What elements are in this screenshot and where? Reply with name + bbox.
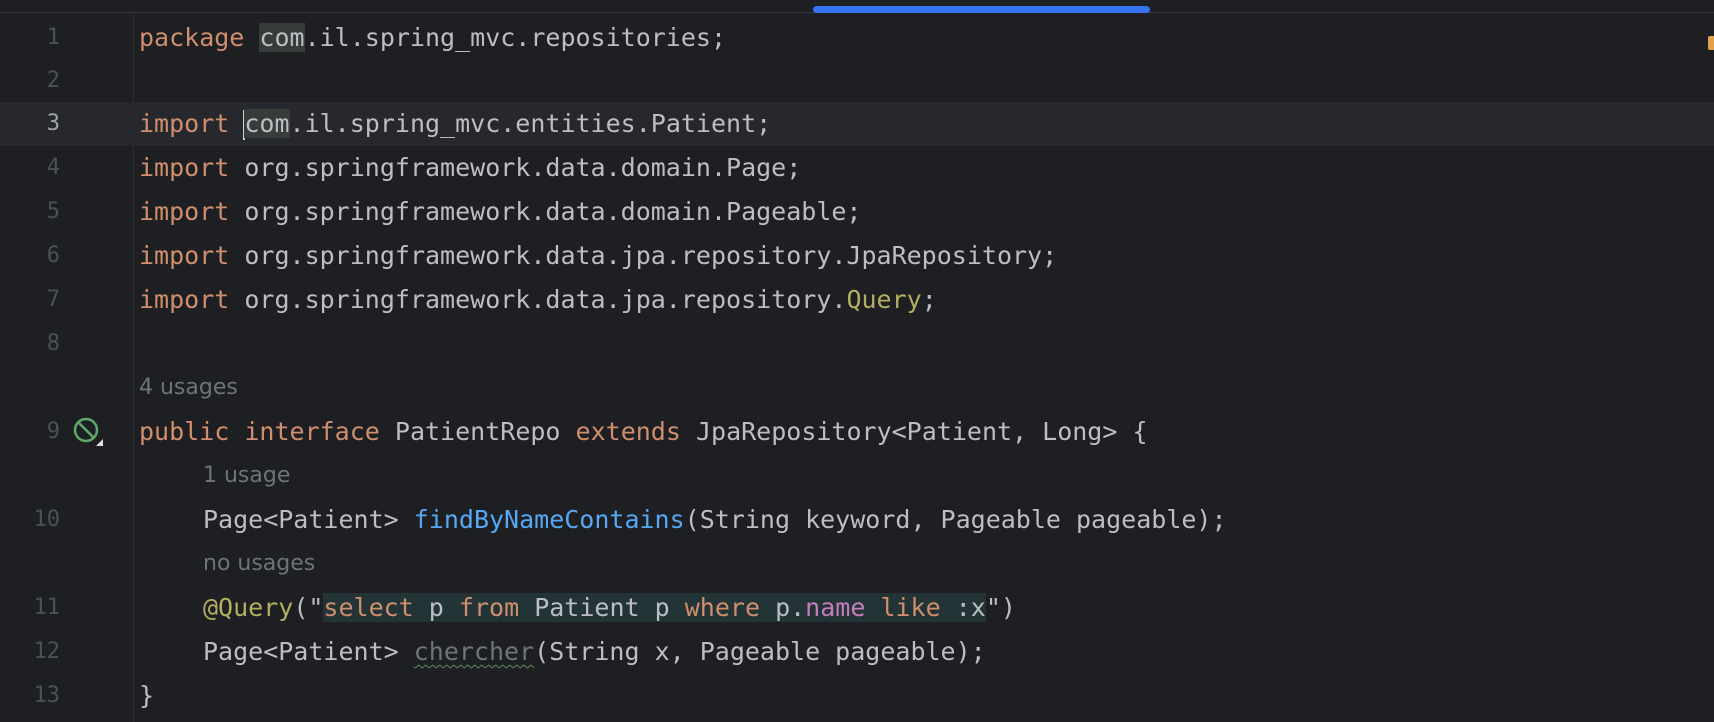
line-number: 10 (33, 507, 61, 532)
import-path: .il.spring_mvc.entities.Patient; (289, 109, 772, 138)
code-text[interactable]: import org.springframework.data.domain.P… (139, 146, 801, 190)
line-number: 6 (46, 243, 60, 268)
code-text[interactable]: import org.springframework.data.jpa.repo… (139, 278, 937, 322)
code-line-7[interactable]: 7 import org.springframework.data.jpa.re… (0, 278, 1714, 322)
jpql-select: select (323, 593, 414, 622)
code-line-12[interactable]: 12 Page<Patient> chercher(String x, Page… (0, 630, 1714, 674)
inlay-hint-row: 4 usages (0, 366, 1714, 410)
method-params: (String x, Pageable pageable); (534, 637, 986, 666)
keyword-import: import (139, 241, 230, 270)
super-type: JpaRepository<Patient, Long> { (695, 417, 1148, 446)
import-segment-highlighted: com (244, 109, 290, 138)
line-number: 1 (46, 25, 60, 50)
code-line-3[interactable]: 3 import com.il.spring_mvc.entities.Pati… (0, 102, 1714, 146)
jpql-like: like (880, 593, 941, 622)
jpql-alias: p (428, 593, 444, 622)
line-number: 11 (33, 595, 61, 620)
code-text[interactable]: Page<Patient> chercher(String x, Pageabl… (203, 630, 986, 674)
code-editor[interactable]: 1 package com.il.spring_mvc.repositories… (0, 0, 1714, 722)
code-text[interactable]: Page<Patient> findByNameContains(String … (203, 498, 1227, 542)
semicolon: ; (921, 285, 937, 314)
package-name: .il.spring_mvc.repositories; (304, 23, 727, 52)
annotation-query: @Query (203, 593, 294, 622)
code-line-8[interactable]: 8 (0, 322, 1714, 366)
usages-hint[interactable]: 4 usages (139, 366, 238, 410)
usages-hint[interactable]: no usages (203, 542, 315, 586)
inlay-hint-row: 1 usage (0, 454, 1714, 498)
implemented-interface-icon[interactable] (72, 416, 104, 448)
code-line-10[interactable]: 10 Page<Patient> findByNameContains(Stri… (0, 498, 1714, 542)
close-quote: " (985, 593, 1001, 622)
line-number: 8 (46, 331, 60, 356)
code-text[interactable]: package com.il.spring_mvc.repositories; (139, 16, 726, 60)
line-number: 12 (33, 639, 61, 664)
jpql-entity: Patient p (534, 593, 670, 622)
interface-name: PatientRepo (394, 417, 561, 446)
import-path: org.springframework.data.jpa.repository. (244, 285, 847, 314)
line-number-active: 3 (46, 111, 60, 136)
code-text[interactable]: import org.springframework.data.jpa.repo… (139, 234, 1057, 278)
keyword-extends: extends (575, 417, 681, 446)
unused-method-name: chercher (413, 637, 535, 666)
jpql-field: name (805, 593, 866, 622)
keyword-import: import (139, 153, 230, 182)
jpql-param: :x (955, 593, 986, 622)
line-number: 7 (46, 287, 60, 312)
code-text[interactable]: } (139, 674, 154, 718)
code-text[interactable]: public interface PatientRepo extends Jpa… (139, 410, 1148, 454)
return-type: Page<Patient> (203, 505, 399, 534)
keyword-package: package (139, 23, 245, 52)
code-line-6[interactable]: 6 import org.springframework.data.jpa.re… (0, 234, 1714, 278)
code-line-11[interactable]: 11 @Query("select p from Patient p where… (0, 586, 1714, 630)
injected-jpql-query: select p from Patient p where p.name lik… (323, 593, 986, 622)
line-number: 2 (46, 68, 60, 93)
line-number: 9 (46, 419, 60, 444)
usages-hint[interactable]: 1 usage (203, 454, 290, 498)
import-path: org.springframework.data.domain.Page; (244, 153, 802, 182)
keyword-import: import (139, 285, 230, 314)
code-line-13[interactable]: 13 } (0, 674, 1714, 718)
paren-open-quote: (" (293, 593, 324, 622)
inlay-hint-row: no usages (0, 542, 1714, 586)
jpql-from: from (458, 593, 520, 622)
keyword-import: import (139, 109, 230, 138)
code-text[interactable]: import org.springframework.data.domain.P… (139, 190, 861, 234)
paren-close: ) (1000, 593, 1016, 622)
keyword-public: public (139, 417, 230, 446)
code-line-5[interactable]: 5 import org.springframework.data.domain… (0, 190, 1714, 234)
jpql-where: where (684, 593, 760, 622)
jpql-alias-dot: p. (775, 593, 806, 622)
method-name: findByNameContains (413, 505, 685, 534)
code-line-4[interactable]: 4 import org.springframework.data.domain… (0, 146, 1714, 190)
keyword-interface: interface (244, 417, 380, 446)
code-text[interactable]: @Query("select p from Patient p where p.… (203, 586, 1016, 630)
code-line-2[interactable]: 2 (0, 59, 1714, 103)
closing-brace: } (139, 681, 155, 710)
code-line-1[interactable]: 1 package com.il.spring_mvc.repositories… (0, 16, 1714, 60)
line-number: 5 (46, 199, 60, 224)
keyword-import: import (139, 197, 230, 226)
import-path: org.springframework.data.domain.Pageable… (244, 197, 862, 226)
horizontal-scrollbar-thumb[interactable] (813, 6, 1150, 13)
method-params: (String keyword, Pageable pageable); (684, 505, 1227, 534)
code-line-9[interactable]: 9 public interface PatientRepo extends J… (0, 410, 1714, 454)
return-type: Page<Patient> (203, 637, 399, 666)
import-path: org.springframework.data.jpa.repository.… (244, 241, 1058, 270)
import-query-class: Query (846, 285, 922, 314)
package-segment-highlighted: com (259, 23, 305, 52)
code-text[interactable]: import com.il.spring_mvc.entities.Patien… (139, 102, 771, 146)
line-number: 13 (33, 683, 61, 708)
line-number: 4 (46, 155, 60, 180)
